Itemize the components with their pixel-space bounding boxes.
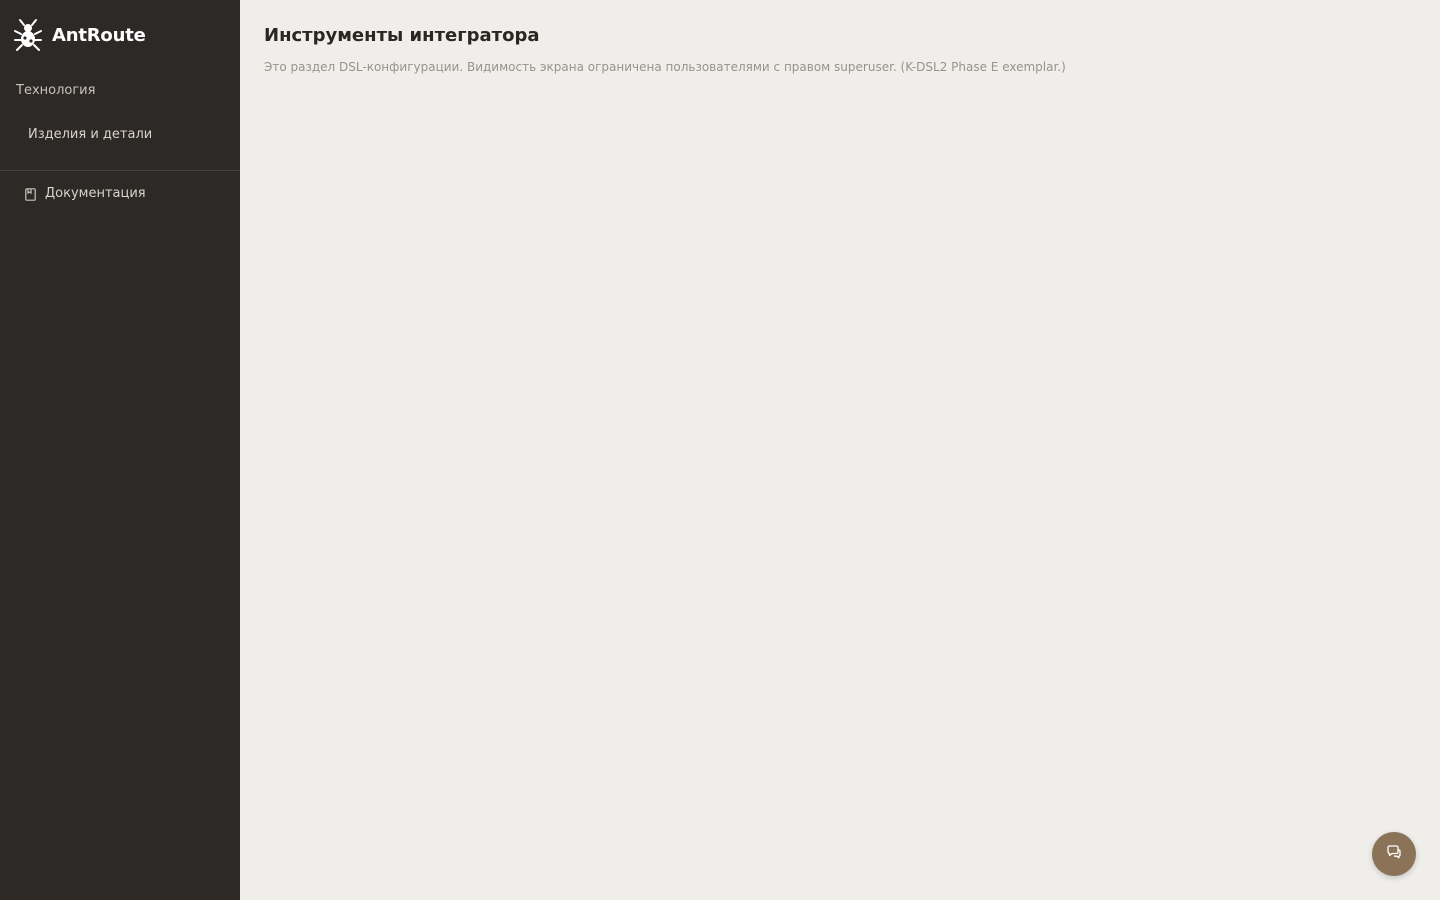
sidebar-item-products-parts[interactable]: Изделия и детали xyxy=(0,126,240,144)
brand[interactable]: AntRoute xyxy=(0,0,240,70)
ant-logo-icon xyxy=(13,18,43,52)
book-icon xyxy=(24,187,37,201)
sidebar: AntRoute Технология Изделия и детали Док… xyxy=(0,0,240,900)
sidebar-nav: Технология Изделия и детали Документация xyxy=(0,70,240,203)
main-content: Инструменты интегратора Это раздел DSL-к… xyxy=(240,0,1440,900)
page-description: Это раздел DSL-конфигурации. Видимость э… xyxy=(264,60,1066,74)
nav-section-technology: Технология xyxy=(16,83,96,98)
sidebar-item-documentation[interactable]: Документация xyxy=(0,185,240,203)
page-title: Инструменты интегратора xyxy=(264,25,540,46)
brand-name: AntRoute xyxy=(52,24,146,46)
chat-bubble-icon xyxy=(1386,844,1402,864)
sidebar-divider xyxy=(0,170,240,171)
documentation-label: Документация xyxy=(45,186,146,201)
chat-button[interactable] xyxy=(1372,832,1416,876)
